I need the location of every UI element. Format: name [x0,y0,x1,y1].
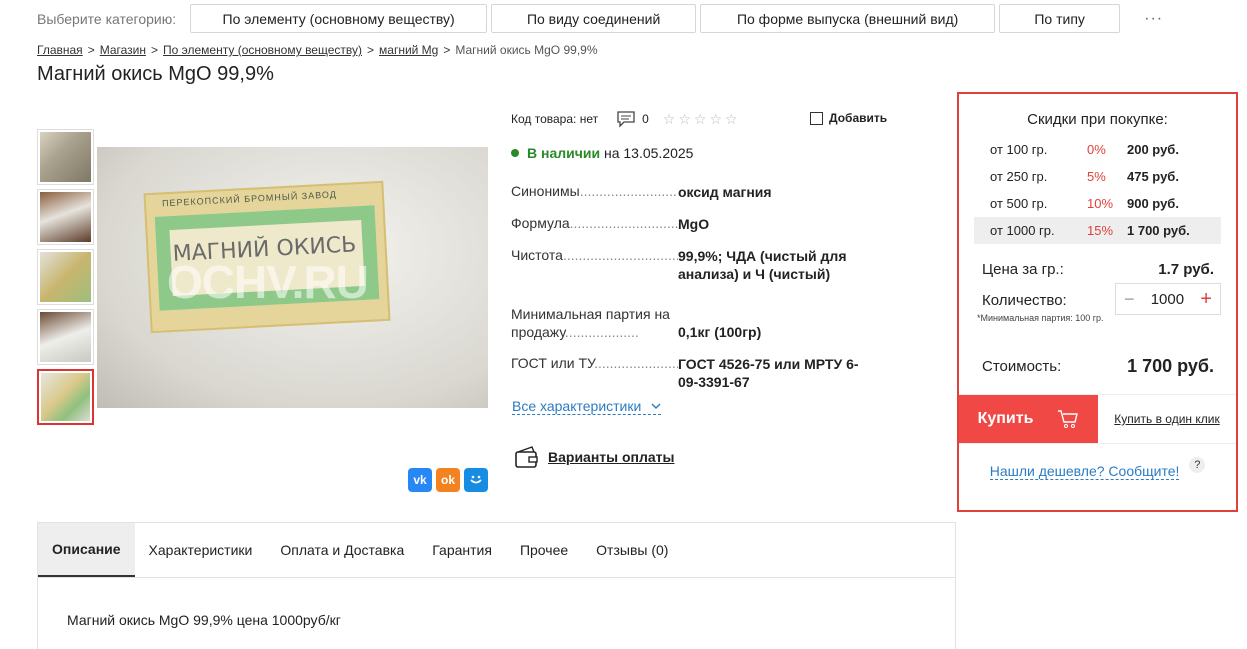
quantity-value[interactable]: 1000 [1151,291,1184,308]
quantity-stepper[interactable]: − 1000 + [1115,283,1221,315]
property-value: ГОСТ 4526-75 или МРТУ 6-09-3391-67 [678,356,859,390]
property-value: оксид магния [678,184,772,200]
product-image[interactable]: ПЕРЕКОПСКИЙ БРОМНЫЙ ЗАВОД МАГНИЙ ОКИСЬ O… [97,147,488,408]
property-row: Формула.................................… [511,215,871,233]
stock-status: В наличии на 13.05.2025 [511,145,693,161]
category-button-form[interactable]: По форме выпуска (внешний вид) [700,4,996,33]
more-categories-icon[interactable]: ··· [1144,10,1163,28]
breadcrumb-magnesium[interactable]: магний Mg [379,43,438,57]
thumbnail-list [37,129,94,429]
product-properties: Синонимы................................… [511,183,871,405]
property-name: ГОСТ или ТУ [511,355,595,371]
comments-count: 0 [642,112,649,126]
compare-checkbox[interactable] [810,111,823,125]
property-value: MgO [678,216,710,232]
property-row: Синонимы................................… [511,183,871,201]
breadcrumb-shop[interactable]: Магазин [100,43,146,57]
product-meta: Код товара: нет 0 ☆☆☆☆☆ Добавить [511,108,891,130]
minimum-note: *Минимальная партия: 100 гр. [977,313,1104,323]
quantity-label: Количество: [982,292,1067,309]
mail-ru-icon[interactable] [464,468,488,492]
all-characteristics-link[interactable]: Все характеристики [512,398,662,415]
stock-label: В наличии [527,145,601,161]
stock-date: на 13.05.2025 [603,145,694,161]
category-button-type[interactable]: По типу [999,4,1121,33]
vk-icon[interactable]: vk [408,468,432,492]
rating-stars[interactable]: ☆☆☆☆☆ [663,111,741,128]
product-tabs: Описание Характеристики Оплата и Доставк… [37,522,956,649]
found-cheaper: Нашли дешевле? Сообщите! ? [959,457,1236,480]
plus-icon[interactable]: + [1200,288,1212,311]
thumbnail[interactable] [37,249,94,305]
page-title: Магний окись MgO 99,9% [37,63,274,85]
minus-icon[interactable]: − [1124,289,1135,310]
description-text: Магний окись MgO 99,9% цена 1000руб/кг [67,612,341,628]
property-name: Синонимы [511,183,580,199]
purchase-panel: Скидки при покупке: от 100 гр. 0% 200 ру… [957,92,1238,512]
wallet-icon [515,446,538,468]
discount-row[interactable]: от 250 гр. 5% 475 руб. [974,163,1221,190]
breadcrumb-home[interactable]: Главная [37,43,83,57]
property-value: 99,9%; ЧДА (чистый для анализа) и Ч (чис… [678,248,847,282]
property-value: 0,1кг (100гр) [678,324,762,340]
total-cost: Стоимость: 1 700 руб. [982,356,1214,376]
tab-reviews[interactable]: Отзывы (0) [582,523,682,577]
product-code: Код товара: нет [511,112,599,126]
property-row: ГОСТ или ТУ.............................… [511,355,871,391]
tab-payment-delivery[interactable]: Оплата и Доставка [266,523,418,577]
thumbnail[interactable] [37,309,94,365]
watermark: OCHV.RU [167,256,369,308]
property-name: Чистота [511,247,563,263]
unit-price: Цена за гр.: 1.7 руб. [982,261,1214,278]
tab-warranty[interactable]: Гарантия [418,523,506,577]
compare-label: Добавить [829,111,888,125]
payment-options-link[interactable]: Варианты оплаты [514,444,675,470]
share-buttons: vk ok [408,468,488,492]
breadcrumb: Главная > Магазин > По элементу (основному в… [37,43,598,57]
quantity-row: Количество: *Минимальная партия: 100 гр.… [959,283,1236,326]
tab-other[interactable]: Прочее [506,523,582,577]
cart-icon [1058,410,1079,428]
discount-row[interactable]: от 500 гр. 10% 900 руб. [974,190,1221,217]
found-cheaper-link[interactable]: Нашли дешевле? Сообщите! [989,463,1180,480]
tab-bar: Описание Характеристики Оплата и Доставк… [38,523,955,578]
odnoklassniki-icon[interactable]: ok [436,468,460,492]
thumbnail[interactable] [37,129,94,185]
category-button-compound[interactable]: По виду соединений [491,4,697,33]
tab-description[interactable]: Описание [38,523,135,577]
breadcrumb-by-element[interactable]: По элементу (основному веществу) [163,43,362,57]
comments-link[interactable]: 0 [616,110,649,128]
chevron-down-icon [651,403,661,409]
category-bar: Выберите категорию: По элементу (основно… [37,4,1163,33]
tab-characteristics[interactable]: Характеристики [135,523,267,577]
category-button-element[interactable]: По элементу (основному веществу) [190,4,488,33]
category-label: Выберите категорию: [37,10,177,27]
thumbnail[interactable] [37,189,94,245]
comment-icon [617,111,635,128]
discount-row-selected[interactable]: от 1000 гр. 15% 1 700 руб. [974,217,1221,244]
buy-row: Купить Купить в один клик [959,394,1236,444]
stock-dot-icon [511,149,519,157]
discount-row[interactable]: от 100 гр. 0% 200 руб. [974,136,1221,163]
thumbnail-active[interactable] [37,369,94,425]
discount-table: от 100 гр. 0% 200 руб. от 250 гр. 5% 475… [974,136,1221,244]
one-click-buy-link[interactable]: Купить в один клик [1098,395,1236,443]
breadcrumb-current: Магний окись MgO 99,9% [455,43,598,57]
compare-toggle[interactable]: Добавить [810,111,887,125]
property-row: Чистота.................................… [511,247,871,283]
buy-button[interactable]: Купить [959,395,1098,443]
property-row: Минимальная партия на продажу...........… [511,305,871,341]
help-icon[interactable]: ? [1189,457,1206,473]
property-name: Формула [511,215,570,231]
discounts-title: Скидки при покупке: [1027,111,1168,128]
